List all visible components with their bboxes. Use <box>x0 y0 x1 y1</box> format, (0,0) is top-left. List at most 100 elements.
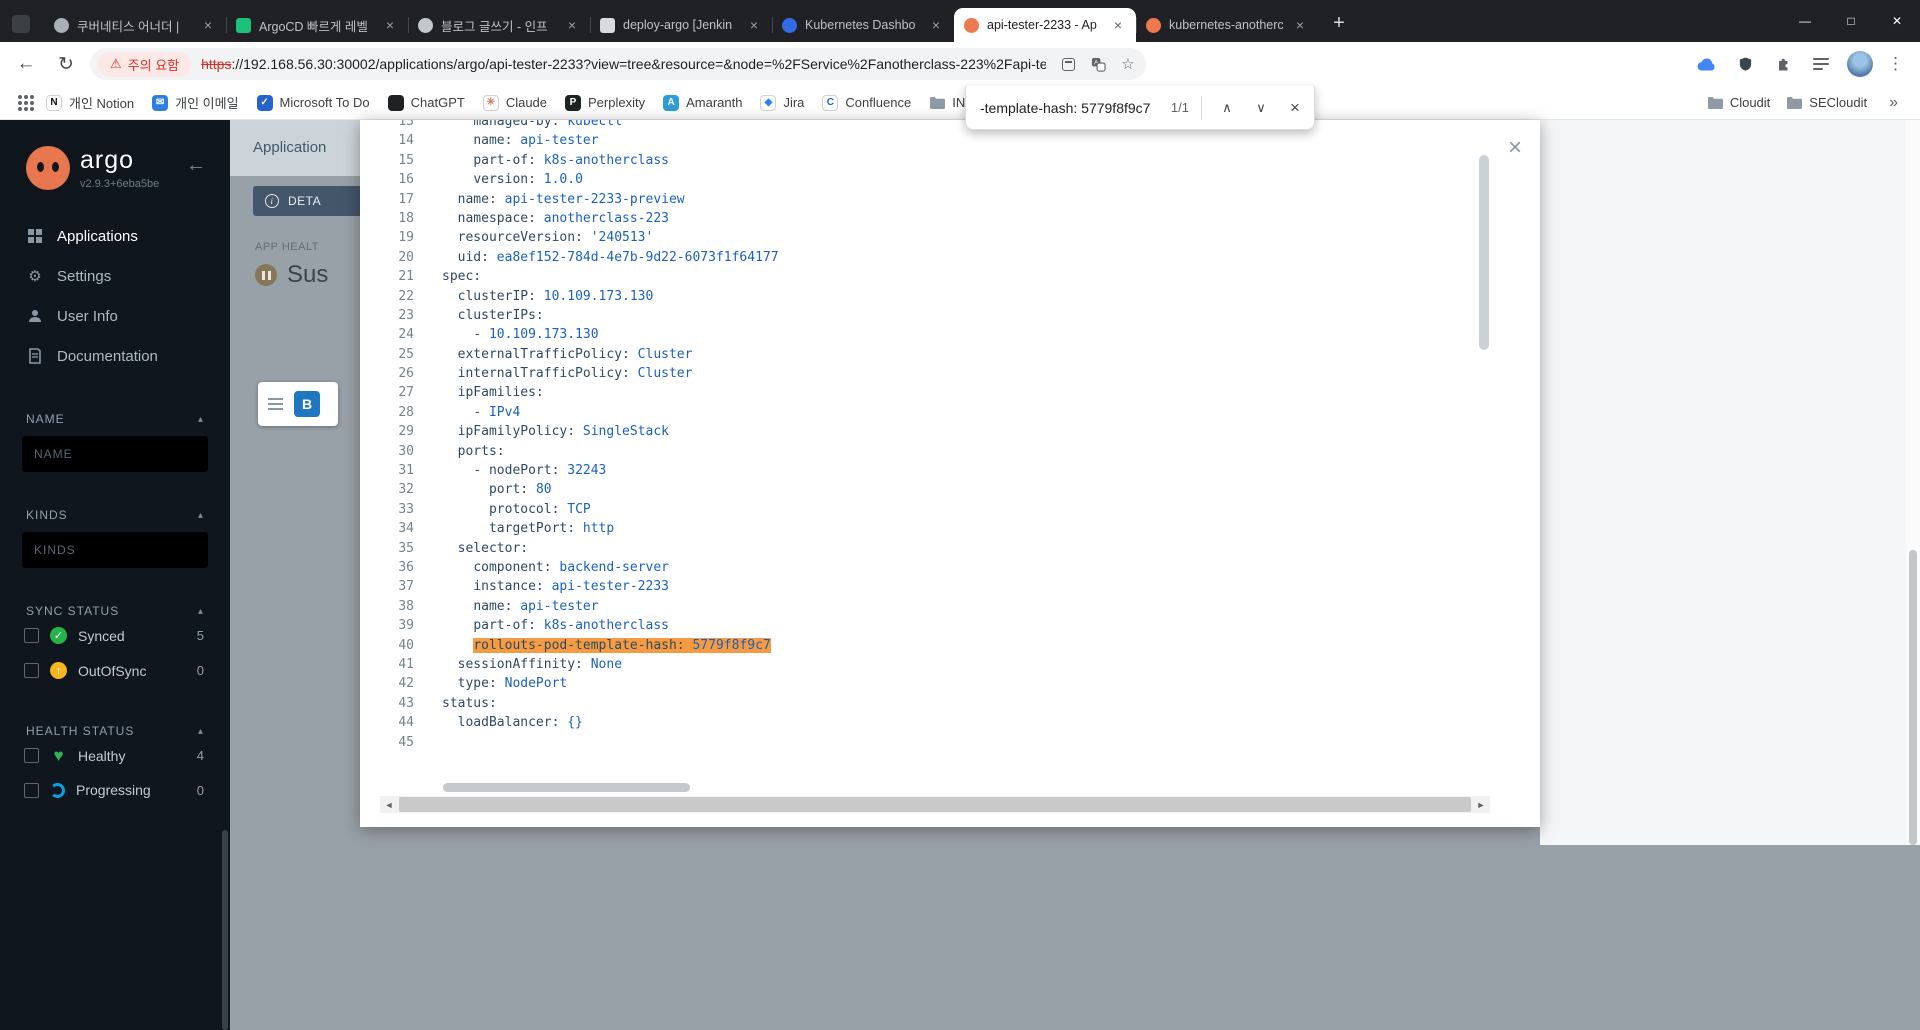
yaml-line: 33 protocol: TCP <box>360 500 1490 519</box>
filter-row-healthy[interactable]: ♥ Healthy 4 <box>0 738 230 773</box>
bookmark-item[interactable]: A Amaranth <box>655 91 750 115</box>
app-health-text: Sus <box>287 261 329 288</box>
scroll-right-arrow-icon[interactable]: ► <box>1472 796 1490 813</box>
bookmark-item[interactable]: C Confluence <box>814 91 919 115</box>
translate-icon[interactable]: A <box>1086 52 1110 76</box>
browser-tab[interactable]: api-tester-2233 - Ap × <box>954 8 1136 42</box>
apps-grid-icon[interactable] <box>18 100 22 105</box>
extensions-puzzle-icon[interactable] <box>1771 52 1795 76</box>
sidebar-item-label: Documentation <box>57 347 158 365</box>
filter-sync-header[interactable]: SYNC STATUS ▴ <box>0 604 230 618</box>
editor-horizontal-scrollbar-thumb[interactable] <box>443 783 690 792</box>
list-icon <box>268 398 283 410</box>
bookmark-item[interactable]: P Perplexity <box>557 91 653 115</box>
url-bar[interactable]: ⚠ 주의 요함 https://192.168.56.30:30002/appl… <box>90 48 1146 80</box>
reader-mode-icon[interactable] <box>1056 52 1080 76</box>
browser-tab[interactable]: kubernetes-anotherc × <box>1136 8 1318 42</box>
panel-close-icon[interactable]: × <box>1508 136 1522 160</box>
synced-checkbox[interactable] <box>24 628 39 643</box>
name-filter-input[interactable] <box>22 436 208 472</box>
security-warning-badge[interactable]: ⚠ 주의 요함 <box>98 51 192 77</box>
yaml-line: 23 clusterIPs: <box>360 306 1490 325</box>
bookmark-folder[interactable]: Cloudit <box>1699 91 1778 114</box>
progressing-checkbox[interactable] <box>24 782 39 798</box>
minimize-button[interactable]: — <box>1782 0 1828 42</box>
new-tab-button[interactable]: + <box>1324 8 1354 38</box>
sidebar-item-user-info[interactable]: User Info <box>0 296 230 336</box>
healthy-checkbox[interactable] <box>24 748 39 763</box>
tab-close-icon[interactable]: × <box>746 17 762 33</box>
panel-horizontal-scrollbar-thumb[interactable] <box>399 797 1471 812</box>
bookmark-favicon: P <box>565 94 582 111</box>
sidebar-item-applications[interactable]: Applications <box>0 216 230 256</box>
tab-favicon <box>782 17 797 33</box>
browser-tab[interactable]: ArgoCD 빠르게 레벨 × <box>226 8 408 42</box>
collapse-triangle-icon: ▴ <box>197 605 204 617</box>
browser-tab[interactable]: Kubernetes Dashbo × <box>772 8 954 42</box>
tab-favicon <box>54 17 69 33</box>
bookmark-folder[interactable]: SECloudit <box>1778 91 1875 114</box>
tab-close-icon[interactable]: × <box>200 17 216 33</box>
yaml-lines: 13 managed-by: kubectl 14 name: api-teste… <box>360 120 1490 752</box>
browser-vertical-scrollbar-thumb[interactable] <box>1909 550 1917 845</box>
filter-row-outofsync[interactable]: ↑ OutOfSync 0 <box>0 653 230 688</box>
tab-close-icon[interactable]: × <box>382 17 398 33</box>
panel-horizontal-scrollbar[interactable]: ◄ ► <box>380 796 1490 813</box>
find-input[interactable] <box>980 99 1163 116</box>
bookmark-item[interactable]: ✓ Microsoft To Do <box>249 91 378 115</box>
bookmark-item[interactable]: N 개인 Notion <box>38 89 142 116</box>
tab-close-icon[interactable]: × <box>564 17 580 33</box>
yaml-editor[interactable]: 13 managed-by: kubectl 14 name: api-teste… <box>360 120 1490 782</box>
line-content: name: api-tester <box>414 597 598 616</box>
line-tokens: externalTrafficPolicy: Cluster <box>457 346 693 362</box>
resource-tree-card[interactable]: B <box>258 382 338 426</box>
back-button[interactable]: ← <box>10 48 42 80</box>
bookmarks-overflow-icon[interactable]: » <box>1877 94 1910 112</box>
sidebar-collapse-icon[interactable]: ← <box>186 154 206 177</box>
sidebar-item-settings[interactable]: ⚙ Settings <box>0 256 230 296</box>
browser-tab[interactable]: deploy-argo [Jenkin × <box>590 8 772 42</box>
reading-list-icon[interactable] <box>1809 52 1833 76</box>
find-close-icon[interactable]: × <box>1282 95 1308 121</box>
browser-tab[interactable]: 블로그 글쓰기 - 인프 × <box>408 8 590 42</box>
tab-title: deploy-argo [Jenkin <box>623 18 733 32</box>
bookmark-item[interactable]: ✳ Claude <box>475 91 555 115</box>
browser-menu-icon[interactable]: ⋮ <box>1887 54 1904 74</box>
app-health-status: Sus <box>255 261 328 289</box>
bookmark-star-icon[interactable]: ☆ <box>1116 52 1140 76</box>
tab-close-icon[interactable]: × <box>1292 17 1308 33</box>
bookmark-item[interactable]: ◆ Jira <box>752 91 812 115</box>
cloud-sync-icon[interactable] <box>1695 52 1719 76</box>
outofsync-checkbox[interactable] <box>24 663 39 678</box>
editor-vertical-scrollbar-thumb[interactable] <box>1479 155 1489 350</box>
yaml-line: 24 - 10.109.173.130 <box>360 325 1490 344</box>
scroll-left-arrow-icon[interactable]: ◄ <box>380 796 398 813</box>
bookmark-item[interactable]: ChatGPT <box>380 91 473 115</box>
tab-close-icon[interactable]: × <box>1110 17 1126 33</box>
filter-kinds-header[interactable]: KINDS ▴ <box>0 508 230 522</box>
window-close-button[interactable]: ✕ <box>1874 0 1920 42</box>
sidebar-scrollbar-thumb[interactable] <box>222 830 228 1030</box>
profile-avatar[interactable] <box>1847 51 1873 77</box>
line-tokens: name: api-tester-2233-preview <box>457 191 685 207</box>
filter-name-header[interactable]: NAME ▴ <box>0 412 230 426</box>
tab-close-icon[interactable]: × <box>928 17 944 33</box>
find-previous-icon[interactable]: ∧ <box>1214 95 1240 121</box>
refresh-button[interactable]: ↻ <box>50 48 82 80</box>
find-divider <box>1201 95 1202 120</box>
line-number: 38 <box>398 598 414 614</box>
line-number: 35 <box>398 540 414 556</box>
tab-search-icon[interactable] <box>12 15 30 33</box>
sidebar-item-documentation[interactable]: Documentation <box>0 336 230 376</box>
maximize-button[interactable]: □ <box>1828 0 1874 42</box>
browser-tab[interactable]: 쿠버네티스 어너더 | × <box>44 8 226 42</box>
bookmark-item[interactable]: ✉ 개인 이메일 <box>144 89 246 116</box>
filter-health-header[interactable]: HEALTH STATUS ▴ <box>0 724 230 738</box>
filter-row-progressing[interactable]: Progressing 0 <box>0 773 230 807</box>
browser-vertical-scrollbar[interactable] <box>1906 120 1920 845</box>
kinds-filter-input[interactable] <box>22 532 208 568</box>
folder-icon <box>1707 96 1723 109</box>
find-next-icon[interactable]: ∨ <box>1248 95 1274 121</box>
shield-extension-icon[interactable] <box>1733 52 1757 76</box>
filter-row-synced[interactable]: ✓ Synced 5 <box>0 618 230 653</box>
